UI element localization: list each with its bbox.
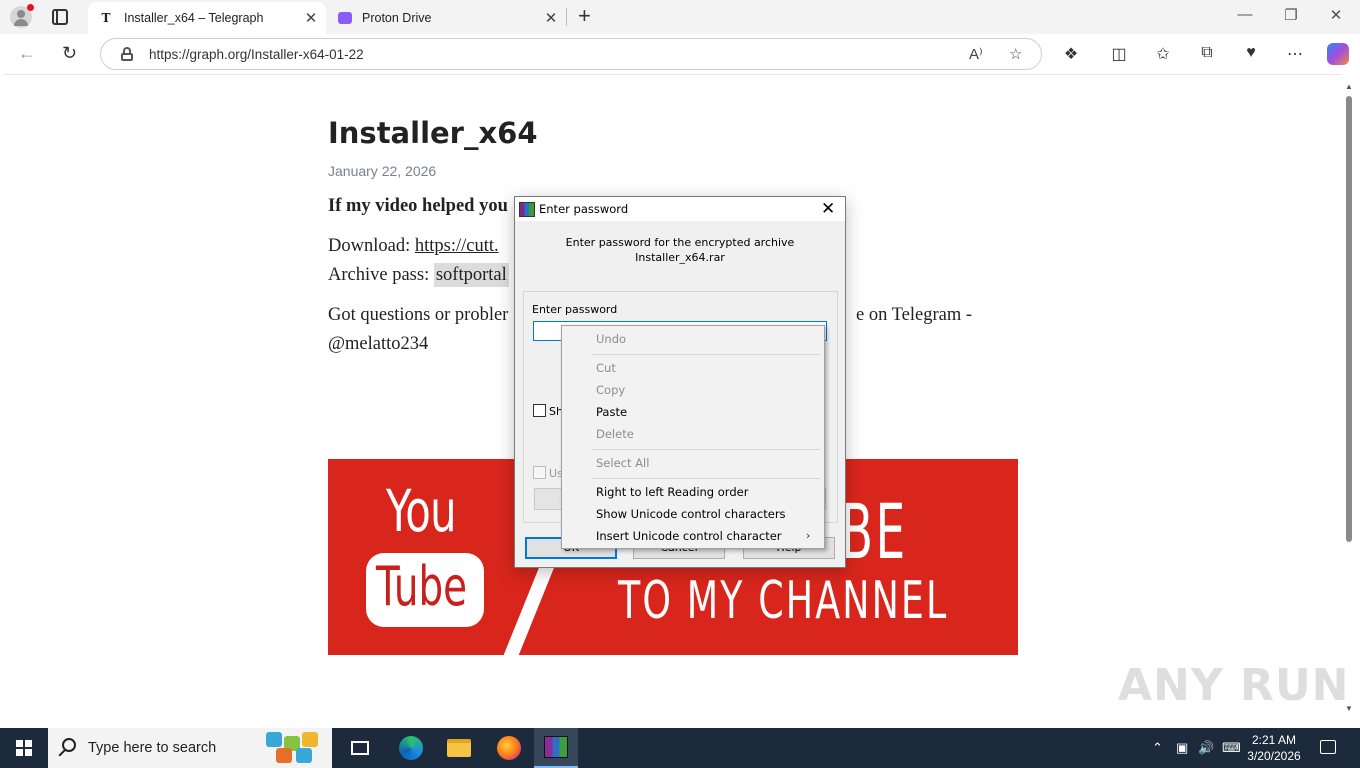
search-highlight-icon [266, 732, 328, 764]
questions-line-start: Got questions or probler [328, 305, 509, 325]
collections-icon[interactable]: ⧉ [1196, 44, 1218, 62]
browser-tab-strip: T Installer_x64 – Telegraph ✕ Proton Dri… [0, 0, 1360, 34]
menu-item-select-all: Select All [596, 456, 650, 470]
password-field-label: Enter password [532, 303, 618, 316]
winrar-icon [544, 736, 568, 758]
menu-separator [592, 478, 820, 479]
use-for-all-checkbox [533, 466, 546, 479]
article-intro: If my video helped you [328, 196, 508, 216]
firefox-taskbar-button[interactable] [487, 728, 531, 768]
banner-channel-text: TO MY CHANNEL [618, 571, 949, 631]
scrollbar-thumb[interactable] [1346, 96, 1352, 542]
windows-start-icon[interactable] [16, 740, 32, 756]
task-view-icon [351, 741, 369, 755]
taskbar-search-box[interactable]: Type here to search [48, 728, 332, 768]
archive-pass-value[interactable]: softportal [433, 263, 509, 287]
tab-separator [566, 8, 567, 26]
edit-context-menu: Undo Cut Copy Paste Delete Select All Ri… [561, 325, 825, 549]
questions-line-end: e on Telegram - [856, 305, 972, 325]
browser-essentials-icon[interactable]: ♥ [1240, 44, 1262, 62]
taskbar-clock[interactable]: 2:21 AM 3/20/2026 [1244, 732, 1304, 764]
copilot-icon[interactable] [1327, 43, 1349, 65]
menu-item-paste[interactable]: Paste [596, 401, 627, 423]
banner-you-text: You [386, 477, 457, 545]
search-placeholder: Type here to search [88, 740, 217, 756]
edge-taskbar-button[interactable] [389, 728, 433, 768]
address-bar[interactable]: https://graph.org/Installer-x64-01-22 A⁾… [100, 38, 1042, 70]
menu-item-copy: Copy [596, 383, 626, 397]
chevron-up-icon[interactable]: ⌃ [1152, 740, 1163, 756]
tab-proton-drive[interactable]: Proton Drive ✕ [328, 2, 566, 34]
extensions-icon[interactable]: ❖ [1060, 44, 1082, 64]
menu-item-cut: Cut [596, 361, 616, 375]
firefox-icon [497, 736, 521, 760]
banner-tube-text: Tube [376, 555, 468, 618]
windows-taskbar: Type here to search ⌃ ▣ 🔊 ⌨ 2:21 AM 3/20… [0, 728, 1360, 768]
menu-item-delete: Delete [596, 427, 634, 441]
split-screen-icon[interactable]: ◫ [1108, 44, 1130, 64]
winrar-icon [519, 202, 535, 217]
more-icon[interactable]: ⋯ [1284, 44, 1306, 64]
meet-now-icon[interactable]: ▣ [1176, 740, 1188, 756]
dialog-title: Enter password [539, 202, 629, 216]
download-line: Download: https://cutt. [328, 236, 499, 257]
menu-separator [592, 449, 820, 450]
search-icon [62, 738, 76, 752]
favorites-icon[interactable]: ✩ [1152, 44, 1174, 64]
notifications-icon[interactable] [1320, 740, 1336, 754]
back-icon[interactable]: ← [18, 43, 36, 64]
window-close-button[interactable]: ✕ [1313, 6, 1359, 24]
tab-title: Installer_x64 – Telegraph [124, 11, 264, 25]
url-text[interactable]: https://graph.org/Installer-x64-01-22 [149, 47, 364, 62]
menu-item-rtl-reading-order[interactable]: Right to left Reading order [596, 481, 748, 503]
tab-close-icon[interactable]: ✕ [540, 9, 562, 27]
anyrun-watermark: ANY RUN [1118, 660, 1350, 711]
browser-toolbar: ← ↻ https://graph.org/Installer-x64-01-2… [0, 34, 1360, 74]
clock-time: 2:21 AM [1251, 733, 1297, 747]
download-label: Download: [328, 236, 415, 256]
tab-actions-icon[interactable] [52, 9, 68, 25]
lock-icon[interactable] [121, 47, 133, 61]
article-date: January 22, 2026 [328, 163, 437, 179]
edge-icon [399, 736, 423, 760]
volume-icon[interactable]: 🔊 [1198, 740, 1214, 756]
winrar-taskbar-button[interactable] [534, 728, 578, 768]
read-aloud-icon[interactable]: A⁾ [969, 45, 983, 63]
reload-icon[interactable]: ↻ [62, 43, 77, 64]
menu-item-undo: Undo [596, 332, 627, 346]
tab-close-icon[interactable]: ✕ [300, 9, 322, 27]
submenu-arrow-icon: › [806, 529, 811, 542]
telegram-handle: @melatto234 [328, 334, 429, 354]
show-password-checkbox[interactable] [533, 404, 546, 417]
restore-button[interactable]: ❐ [1268, 6, 1314, 24]
new-tab-button[interactable]: + [578, 5, 591, 27]
proton-drive-icon [338, 12, 352, 24]
file-explorer-taskbar-button[interactable] [437, 728, 481, 768]
scroll-up-icon[interactable]: ▲ [1345, 82, 1353, 91]
telegraph-favicon-icon: T [101, 11, 111, 25]
favorite-icon[interactable]: ☆ [1009, 45, 1022, 63]
menu-item-insert-unicode[interactable]: Insert Unicode control character [596, 525, 782, 547]
page-scrollbar[interactable]: ▲ ▼ [1342, 74, 1360, 724]
input-language-icon[interactable]: ⌨ [1222, 740, 1241, 756]
tab-title: Proton Drive [362, 11, 432, 25]
menu-separator [592, 354, 820, 355]
dialog-message-line1: Enter password for the encrypted archive [565, 236, 795, 249]
minimize-button[interactable]: — [1222, 6, 1268, 23]
menu-item-show-unicode[interactable]: Show Unicode control characters [596, 503, 786, 525]
task-view-button[interactable] [338, 728, 382, 768]
archive-pass-label: Archive pass: [328, 265, 434, 285]
dialog-message: Enter password for the encrypted archive… [515, 235, 845, 265]
dialog-archive-name: Installer_x64.rar [635, 251, 725, 264]
article-title: Installer_x64 [328, 116, 538, 150]
file-explorer-icon [447, 739, 471, 757]
archive-pass-line: Archive pass: softportal [328, 263, 509, 287]
tab-telegraph[interactable]: T Installer_x64 – Telegraph ✕ [88, 2, 326, 34]
dialog-close-icon[interactable]: ✕ [821, 199, 835, 219]
dialog-titlebar[interactable]: Enter password ✕ [515, 197, 845, 221]
download-link[interactable]: https://cutt. [415, 236, 499, 256]
clock-date: 3/20/2026 [1247, 749, 1301, 763]
profile-icon[interactable] [10, 4, 34, 28]
